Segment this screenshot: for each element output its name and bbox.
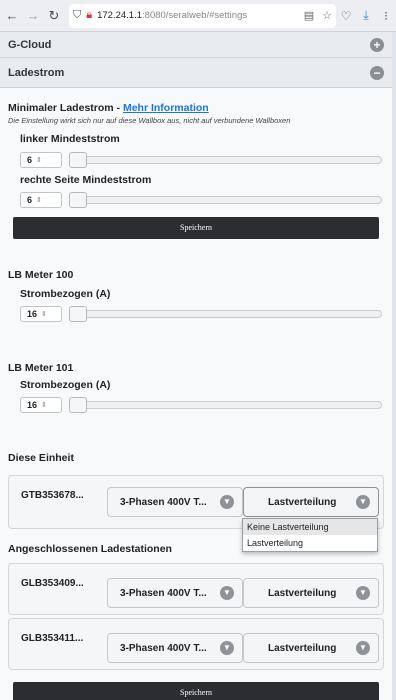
meter-100-label: Strombezogen (A) xyxy=(20,288,111,300)
station-card: GLB353409... 3-Phasen 400V T... ▼ Lastve… xyxy=(8,563,384,615)
bookmark-star-icon[interactable]: ☆ xyxy=(322,9,332,22)
meter-100-row: 16 ⇕ xyxy=(0,305,392,323)
forward-icon[interactable]: → xyxy=(24,8,42,23)
collapse-icon[interactable]: − xyxy=(370,65,384,80)
left-min-label: linker Mindeststrom xyxy=(20,133,120,145)
station-device-name: GLB353411... xyxy=(21,633,84,644)
station-device-name: GLB353409... xyxy=(21,578,84,589)
shield-icon[interactable]: ⛉ xyxy=(73,9,81,22)
insecure-lock-icon[interactable]: 🔒︎ xyxy=(86,9,92,22)
slider-thumb[interactable] xyxy=(69,306,87,322)
dropdown-option[interactable]: Lastverteilung xyxy=(243,535,377,551)
chevron-down-icon[interactable]: ▼ xyxy=(220,641,234,655)
meter-101-label: Strombezogen (A) xyxy=(20,379,111,391)
download-icon[interactable]: ⤓ xyxy=(356,8,376,23)
chevron-down-icon[interactable]: ▼ xyxy=(356,586,370,600)
back-icon[interactable]: ← xyxy=(3,8,21,23)
reload-icon[interactable]: ↻ xyxy=(45,8,63,24)
min-current-label: Minimaler Ladestrom - xyxy=(8,102,123,114)
unit-title: Diese Einheit xyxy=(8,452,74,464)
meter-100-value: 16 xyxy=(27,309,38,319)
meter-100-input[interactable]: 16 ⇕ xyxy=(20,306,62,322)
station-mode-select[interactable]: Lastverteilung ▼ xyxy=(243,633,379,663)
spinner-icon[interactable]: ⇕ xyxy=(36,156,42,164)
right-min-value: 6 xyxy=(27,195,33,205)
spinner-icon[interactable]: ⇕ xyxy=(36,196,42,204)
station-mode-value: Lastverteilung xyxy=(268,587,337,599)
station-card: GLB353411... 3-Phasen 400V T... ▼ Lastve… xyxy=(8,618,384,670)
meter-101-title: LB Meter 101 xyxy=(8,362,74,374)
url-path: :8080/seralweb/#settings xyxy=(142,10,248,21)
right-min-input[interactable]: 6 ⇕ xyxy=(20,192,62,208)
setting-note: Die Einstellung wirkt sich nur auf diese… xyxy=(8,116,291,125)
spinner-icon[interactable]: ⇕ xyxy=(41,401,47,409)
spinner-icon[interactable]: ⇕ xyxy=(41,310,47,318)
left-min-row: 6 ⇕ xyxy=(0,151,392,169)
mode-dropdown-list: Keine Lastverteilung Lastverteilung xyxy=(242,518,378,552)
accordion-g-cloud[interactable]: G-Cloud + xyxy=(0,32,392,58)
expand-icon[interactable]: + xyxy=(370,37,384,52)
unit-mode-value: Lastverteilung xyxy=(268,496,337,508)
chevron-down-icon[interactable]: ▼ xyxy=(220,495,234,509)
unit-phase-value: 3-Phasen 400V T... xyxy=(120,496,207,508)
slider-thumb[interactable] xyxy=(69,152,87,168)
meter-101-input[interactable]: 16 ⇕ xyxy=(20,397,62,413)
left-min-value: 6 xyxy=(27,155,33,165)
slider-thumb[interactable] xyxy=(69,397,87,413)
station-phase-select[interactable]: 3-Phasen 400V T... ▼ xyxy=(107,578,243,608)
meter-101-slider[interactable] xyxy=(69,397,382,413)
address-bar[interactable]: ⛉ 🔒︎ 172.24.1.1 :8080/seralweb/#settings… xyxy=(69,3,336,28)
pocket-icon[interactable]: ♡ xyxy=(336,9,356,23)
right-min-slider[interactable] xyxy=(69,192,382,208)
reader-view-icon[interactable]: ▤ xyxy=(304,9,314,22)
url-host: 172.24.1.1 xyxy=(97,10,143,21)
station-mode-value: Lastverteilung xyxy=(268,642,337,654)
min-current-title: Minimaler Ladestrom - Mehr Information xyxy=(0,102,392,114)
ladestrom-save-button[interactable]: Speichern xyxy=(13,217,379,239)
accordion-title: G-Cloud xyxy=(8,38,52,51)
right-min-row: 6 ⇕ xyxy=(0,191,392,209)
slider-thumb[interactable] xyxy=(69,192,87,208)
accordion-ladestrom[interactable]: Ladestrom − xyxy=(0,58,392,88)
right-min-label: rechte Seite Mindeststrom xyxy=(20,174,152,186)
unit-mode-select[interactable]: Lastverteilung ▼ xyxy=(243,487,379,517)
station-phase-select[interactable]: 3-Phasen 400V T... ▼ xyxy=(107,633,243,663)
browser-toolbar: ← → ↻ ⛉ 🔒︎ 172.24.1.1 :8080/seralweb/#se… xyxy=(0,0,396,32)
stations-title: Angeschlossenen Ladestationen xyxy=(8,543,172,555)
left-min-input[interactable]: 6 ⇕ xyxy=(20,152,62,168)
meter-100-slider[interactable] xyxy=(69,306,382,322)
settings-page: G-Cloud + Ladestrom − Minimaler Ladestro… xyxy=(0,32,392,700)
left-min-slider[interactable] xyxy=(69,152,382,168)
ladestrom-save-wrap: Speichern xyxy=(13,217,379,239)
more-info-link[interactable]: Mehr Information xyxy=(123,102,209,114)
station-phase-value: 3-Phasen 400V T... xyxy=(120,642,207,654)
station-mode-select[interactable]: Lastverteilung ▼ xyxy=(243,578,379,608)
unit-phase-select[interactable]: 3-Phasen 400V T... ▼ xyxy=(107,487,243,517)
menu-icon[interactable]: ⁝ xyxy=(376,9,396,23)
dropdown-option[interactable]: Keine Lastverteilung xyxy=(243,519,377,535)
meter-100-title: LB Meter 100 xyxy=(8,269,74,281)
meter-101-row: 16 ⇕ xyxy=(0,396,392,414)
meter-101-value: 16 xyxy=(27,400,38,410)
chevron-down-icon[interactable]: ▼ xyxy=(356,495,370,509)
chevron-down-icon[interactable]: ▼ xyxy=(356,641,370,655)
chevron-down-icon[interactable]: ▼ xyxy=(220,586,234,600)
unit-device-name: GTB353678... xyxy=(21,490,84,501)
station-phase-value: 3-Phasen 400V T... xyxy=(120,587,207,599)
accordion-title: Ladestrom xyxy=(8,66,65,79)
footer-save-button[interactable]: Speichern xyxy=(13,682,379,700)
footer-save-wrap: Speichern xyxy=(13,682,379,700)
